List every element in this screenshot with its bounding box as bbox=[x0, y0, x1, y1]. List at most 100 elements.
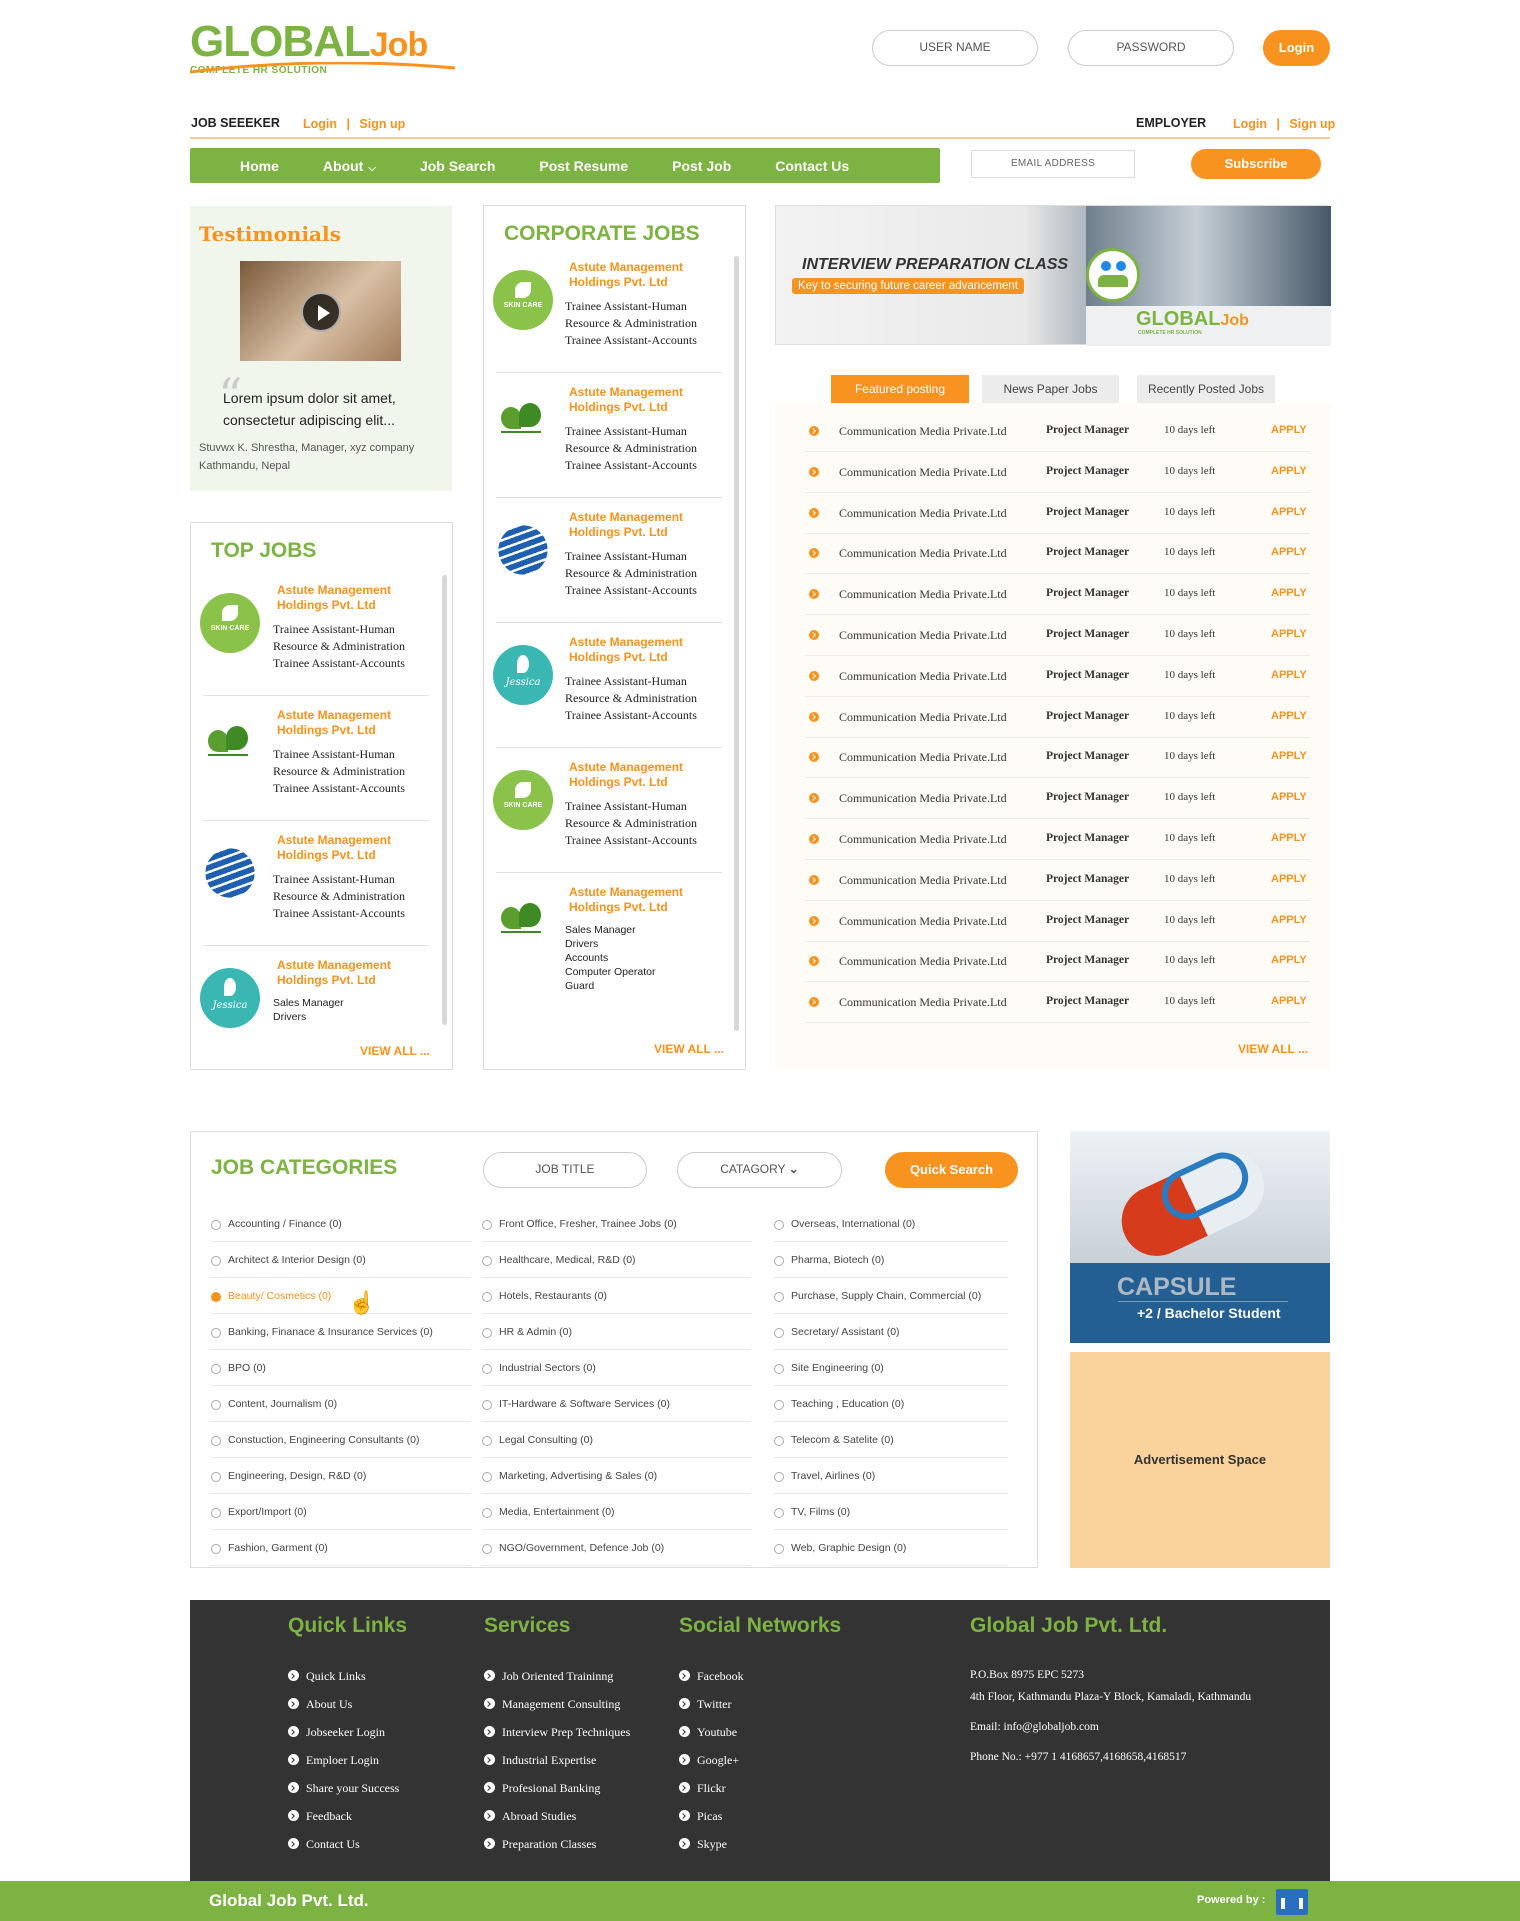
job-title[interactable]: Resource & Administration bbox=[565, 815, 697, 832]
featured-view-all[interactable]: VIEW ALL ... bbox=[1238, 1042, 1308, 1056]
top-jobs-view-all[interactable]: VIEW ALL ... bbox=[360, 1044, 430, 1058]
nav-contact-us[interactable]: Contact Us bbox=[775, 158, 849, 174]
password-input[interactable]: PASSWORD bbox=[1068, 30, 1234, 66]
table-row[interactable]: Communication Media Private.Ltd Project M… bbox=[805, 778, 1310, 820]
category-link[interactable]: Healthcare, Medical, R&D (0) bbox=[482, 1242, 751, 1278]
job-title[interactable]: Trainee Assistant-Human bbox=[273, 621, 405, 638]
interview-banner[interactable]: INTERVIEW PREPARATION CLASS Key to secur… bbox=[775, 205, 1331, 346]
table-row[interactable]: Communication Media Private.Ltd Project M… bbox=[805, 860, 1310, 901]
category-link[interactable]: Front Office, Fresher, Trainee Jobs (0) bbox=[482, 1206, 751, 1242]
job-title-input[interactable]: JOB TITLE bbox=[483, 1152, 647, 1188]
employer-login-link[interactable]: Login bbox=[1233, 117, 1267, 131]
footer-link[interactable]: Skype bbox=[679, 1837, 744, 1865]
apply-link[interactable]: APPLY bbox=[1271, 995, 1307, 1007]
category-link[interactable]: IT-Hardware & Software Services (0) bbox=[482, 1386, 751, 1422]
category-link[interactable]: Secretary/ Assistant (0) bbox=[774, 1314, 1008, 1350]
category-select[interactable]: CATAGORY ⌄ bbox=[677, 1152, 842, 1188]
job-title[interactable]: Sales Manager bbox=[273, 996, 344, 1010]
footer-link[interactable]: Facebook bbox=[679, 1669, 744, 1697]
username-input[interactable]: USER NAME bbox=[872, 30, 1038, 66]
category-link[interactable]: Teaching , Education (0) bbox=[774, 1386, 1008, 1422]
category-link[interactable]: Media, Entertainment (0) bbox=[482, 1494, 751, 1530]
job-title[interactable]: Resource & Administration bbox=[273, 763, 405, 780]
footer-link[interactable]: Industrial Expertise bbox=[484, 1753, 630, 1781]
category-link[interactable]: Architect & Interior Design (0) bbox=[211, 1242, 471, 1278]
quick-search-button[interactable]: Quick Search bbox=[885, 1152, 1018, 1188]
footer-link[interactable]: About Us bbox=[288, 1697, 399, 1725]
apply-link[interactable]: APPLY bbox=[1271, 628, 1307, 640]
nav-about[interactable]: About ⌵ bbox=[323, 158, 376, 174]
apply-link[interactable]: APPLY bbox=[1271, 465, 1307, 477]
job-title[interactable]: Sales Manager bbox=[565, 923, 655, 937]
tab-recently-posted-jobs[interactable]: Recently Posted Jobs bbox=[1137, 375, 1275, 403]
footer-link[interactable]: Profesional Banking bbox=[484, 1781, 630, 1809]
footer-link[interactable]: Twitter bbox=[679, 1697, 744, 1725]
job-title[interactable]: Resource & Administration bbox=[273, 638, 405, 655]
table-row[interactable]: Communication Media Private.Ltd Project M… bbox=[805, 982, 1310, 1024]
apply-link[interactable]: APPLY bbox=[1271, 424, 1307, 436]
job-title[interactable]: Trainee Assistant-Accounts bbox=[565, 332, 697, 349]
job-title[interactable]: Trainee Assistant-Human bbox=[565, 673, 697, 690]
footer-link[interactable]: Flickr bbox=[679, 1781, 744, 1809]
table-row[interactable]: Communication Media Private.Ltd Project M… bbox=[805, 452, 1310, 493]
apply-link[interactable]: APPLY bbox=[1271, 710, 1307, 722]
job-title[interactable]: Trainee Assistant-Human bbox=[565, 298, 697, 315]
table-row[interactable]: Communication Media Private.Ltd Project M… bbox=[805, 697, 1310, 738]
company-name[interactable]: Astute Management Holdings Pvt. Ltd bbox=[569, 385, 719, 415]
advertisement-space[interactable]: Advertisement Space bbox=[1070, 1352, 1330, 1568]
job-title[interactable]: Accounts bbox=[565, 951, 655, 965]
top-jobs-scrollbar[interactable] bbox=[442, 575, 447, 1025]
category-link[interactable]: Purchase, Supply Chain, Commercial (0) bbox=[774, 1278, 1008, 1314]
footer-link[interactable]: Share your Success bbox=[288, 1781, 399, 1809]
seeker-login-link[interactable]: Login bbox=[303, 117, 337, 131]
job-title[interactable]: Trainee Assistant-Accounts bbox=[273, 780, 405, 797]
footer-link[interactable]: Abroad Studies bbox=[484, 1809, 630, 1837]
site-logo[interactable]: GLOBALJob COMPLETE HR SOLUTION bbox=[190, 18, 460, 80]
apply-link[interactable]: APPLY bbox=[1271, 791, 1307, 803]
capsule-ad[interactable]: CAPSULE +2 / Bachelor Student bbox=[1070, 1131, 1330, 1343]
category-link[interactable]: Telecom & Satelite (0) bbox=[774, 1422, 1008, 1458]
table-row[interactable]: Communication Media Private.Ltd Project M… bbox=[805, 493, 1310, 534]
job-title[interactable]: Trainee Assistant-Human bbox=[273, 746, 405, 763]
apply-link[interactable]: APPLY bbox=[1271, 546, 1307, 558]
employer-signup-link[interactable]: Sign up bbox=[1289, 117, 1335, 131]
footer-link[interactable]: Feedback bbox=[288, 1809, 399, 1837]
company-name[interactable]: Astute Management Holdings Pvt. Ltd bbox=[569, 635, 719, 665]
corporate-jobs-view-all[interactable]: VIEW ALL ... bbox=[654, 1042, 724, 1056]
job-title[interactable]: Trainee Assistant-Accounts bbox=[565, 582, 697, 599]
job-title[interactable]: Drivers bbox=[273, 1010, 344, 1024]
apply-link[interactable]: APPLY bbox=[1271, 750, 1307, 762]
footer-email[interactable]: Email: info@globaljob.com bbox=[970, 1716, 1251, 1738]
seeker-signup-link[interactable]: Sign up bbox=[359, 117, 405, 131]
category-link[interactable]: Site Engineering (0) bbox=[774, 1350, 1008, 1386]
category-link[interactable]: NGO/Government, Defence Job (0) bbox=[482, 1530, 751, 1566]
category-link[interactable]: Export/Import (0) bbox=[211, 1494, 471, 1530]
category-link[interactable]: Fashion, Garment (0) bbox=[211, 1530, 471, 1566]
category-link[interactable]: Industrial Sectors (0) bbox=[482, 1350, 751, 1386]
job-title[interactable]: Trainee Assistant-Accounts bbox=[273, 905, 405, 922]
apply-link[interactable]: APPLY bbox=[1271, 587, 1307, 599]
table-row[interactable]: Communication Media Private.Ltd Project M… bbox=[805, 615, 1310, 656]
category-link[interactable]: BPO (0) bbox=[211, 1350, 471, 1386]
footer-link[interactable]: Emploer Login bbox=[288, 1753, 399, 1781]
job-title[interactable]: Trainee Assistant-Accounts bbox=[565, 707, 697, 724]
company-name[interactable]: Astute Management Holdings Pvt. Ltd bbox=[569, 760, 719, 790]
table-row[interactable]: Communication Media Private.Ltd Project M… bbox=[805, 656, 1310, 697]
category-link[interactable]: Pharma, Biotech (0) bbox=[774, 1242, 1008, 1278]
table-row[interactable]: Communication Media Private.Ltd Project M… bbox=[805, 901, 1310, 942]
company-name[interactable]: Astute Management Holdings Pvt. Ltd bbox=[569, 260, 719, 290]
nav-post-job[interactable]: Post Job bbox=[672, 158, 731, 174]
job-title[interactable]: Trainee Assistant-Human bbox=[565, 548, 697, 565]
category-link[interactable]: Legal Consulting (0) bbox=[482, 1422, 751, 1458]
tab-featured-posting[interactable]: Featured posting bbox=[831, 375, 969, 403]
company-name[interactable]: Astute Management Holdings Pvt. Ltd bbox=[569, 510, 719, 540]
apply-link[interactable]: APPLY bbox=[1271, 506, 1307, 518]
category-link[interactable]: Beauty/ Cosmetics (0) bbox=[211, 1278, 471, 1314]
job-title[interactable]: Trainee Assistant-Human bbox=[565, 423, 697, 440]
nav-post-resume[interactable]: Post Resume bbox=[539, 158, 628, 174]
footer-link[interactable]: Youtube bbox=[679, 1725, 744, 1753]
developer-logo-icon[interactable] bbox=[1276, 1889, 1308, 1915]
table-row[interactable]: Communication Media Private.Ltd Project M… bbox=[805, 574, 1310, 616]
company-name[interactable]: Astute Management Holdings Pvt. Ltd bbox=[569, 885, 719, 915]
footer-link[interactable]: Job Oriented Traininng bbox=[484, 1669, 630, 1697]
